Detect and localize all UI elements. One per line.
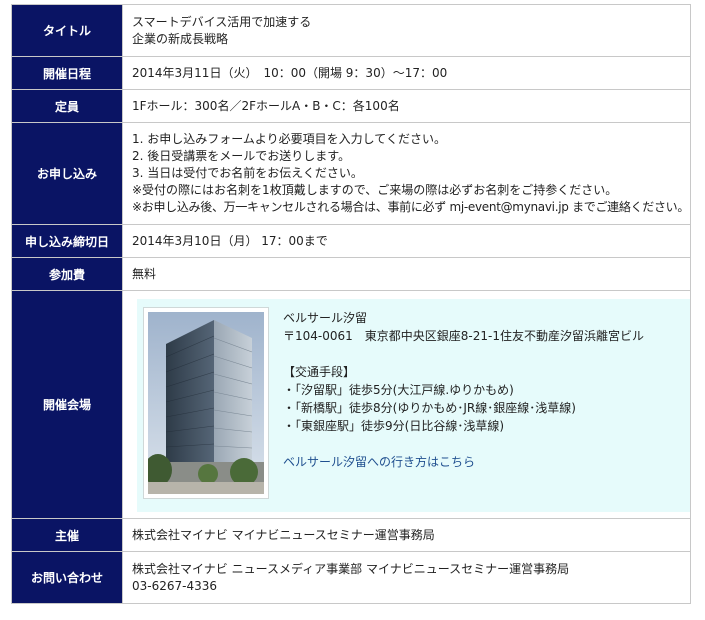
contact-phone: 03-6267-4336 xyxy=(132,578,218,593)
row-contact-label: お問い合わせ xyxy=(11,551,123,604)
row-contact-value: 株式会社マイナビ ニュースメディア事業部 マイナビニュースセミナー運営事務局 0… xyxy=(122,551,691,604)
contact-line: 株式会社マイナビ ニュースメディア事業部 マイナビニュースセミナー運営事務局 xyxy=(132,561,570,576)
row-deadline-label: 申し込み締切日 xyxy=(11,224,123,258)
venue-name: ベルサール汐留 xyxy=(283,310,368,325)
row-deadline: 申し込み締切日 2014年3月10日（月） 17：00まで xyxy=(11,224,691,258)
access-heading: 【交通手段】 xyxy=(283,364,356,379)
venue-box: ベルサール汐留 〒104-0061 東京都中央区銀座8-21-1住友不動産汐留浜… xyxy=(137,298,690,512)
row-date: 開催日程 2014年3月11日（火） 10：00（開場 9：30）〜17：00 xyxy=(11,56,691,90)
venue-details: ベルサール汐留 〒104-0061 東京都中央区銀座8-21-1住友不動産汐留浜… xyxy=(283,307,644,504)
row-date-value: 2014年3月11日（火） 10：00（開場 9：30）〜17：00 xyxy=(122,56,691,90)
access-item: ・「汐留駅」徒歩5分(大江戸線.ゆりかもめ) xyxy=(283,382,514,397)
venue-spacer xyxy=(283,435,644,453)
row-organizer-label: 主催 xyxy=(11,518,123,552)
row-fee: 参加費 無料 xyxy=(11,257,691,291)
event-info: タイトル スマートデバイス活用で加速する 企業の新成長戦略 開催日程 2014年… xyxy=(11,4,691,604)
access-item: ・「東銀座駅」徒歩9分(日比谷線･浅草線) xyxy=(283,418,504,433)
apply-line: 3. 当日は受付でお名前をお伝えください。 xyxy=(132,166,363,180)
row-venue-value: ベルサール汐留 〒104-0061 東京都中央区銀座8-21-1住友不動産汐留浜… xyxy=(122,290,691,519)
row-title-value: スマートデバイス活用で加速する 企業の新成長戦略 xyxy=(122,4,691,57)
access-item: ・「新橋駅」徒歩8分(ゆりかもめ･JR線･銀座線･浅草線) xyxy=(283,400,576,415)
access-directions-link[interactable]: ベルサール汐留への行き方はこちら xyxy=(283,453,644,471)
title-line: 企業の新成長戦略 xyxy=(132,31,229,46)
row-venue: 開催会場 ベルサール汐留 〒104-0061 東京都中央区銀座8-21-1住友不… xyxy=(11,290,691,519)
row-apply-value: 1. お申し込みフォームより必要項目を入力してください。 2. 後日受講票をメー… xyxy=(122,122,691,225)
row-fee-value: 無料 xyxy=(122,257,691,291)
row-organizer: 主催 株式会社マイナビ マイナビニュースセミナー運営事務局 xyxy=(11,518,691,552)
row-apply: お申し込み 1. お申し込みフォームより必要項目を入力してください。 2. 後日… xyxy=(11,122,691,225)
row-capacity-label: 定員 xyxy=(11,89,123,123)
venue-address: 〒104-0061 東京都中央区銀座8-21-1住友不動産汐留浜離宮ビル xyxy=(283,328,644,343)
row-date-label: 開催日程 xyxy=(11,56,123,90)
row-title: タイトル スマートデバイス活用で加速する 企業の新成長戦略 xyxy=(11,4,691,57)
row-contact: お問い合わせ 株式会社マイナビ ニュースメディア事業部 マイナビニュースセミナー… xyxy=(11,551,691,604)
venue-photo xyxy=(143,306,269,499)
apply-line: ※受付の際にはお名刺を1枚頂戴しますので、ご来場の際は必ずお名刺をご持参ください… xyxy=(132,183,618,197)
row-deadline-value: 2014年3月10日（月） 17：00まで xyxy=(122,224,691,258)
row-title-label: タイトル xyxy=(11,4,123,57)
venue-spacer xyxy=(283,345,644,363)
title-line: スマートデバイス活用で加速する xyxy=(132,14,312,29)
row-capacity-value: 1Fホール：300名／2FホールA・B・C：各100名 xyxy=(122,89,691,123)
row-venue-label: 開催会場 xyxy=(11,290,123,519)
row-fee-label: 参加費 xyxy=(11,257,123,291)
row-capacity: 定員 1Fホール：300名／2FホールA・B・C：各100名 xyxy=(11,89,691,123)
apply-line: 2. 後日受講票をメールでお送りします。 xyxy=(132,149,351,163)
row-apply-label: お申し込み xyxy=(11,122,123,225)
apply-line: 1. お申し込みフォームより必要項目を入力してください。 xyxy=(132,132,446,146)
apply-line: ※お申し込み後、万一キャンセルされる場合は、事前に必ず mj-event@myn… xyxy=(132,200,690,214)
building-image xyxy=(148,311,264,494)
row-organizer-value: 株式会社マイナビ マイナビニュースセミナー運営事務局 xyxy=(122,518,691,552)
event-info-table: タイトル スマートデバイス活用で加速する 企業の新成長戦略 開催日程 2014年… xyxy=(11,4,691,604)
